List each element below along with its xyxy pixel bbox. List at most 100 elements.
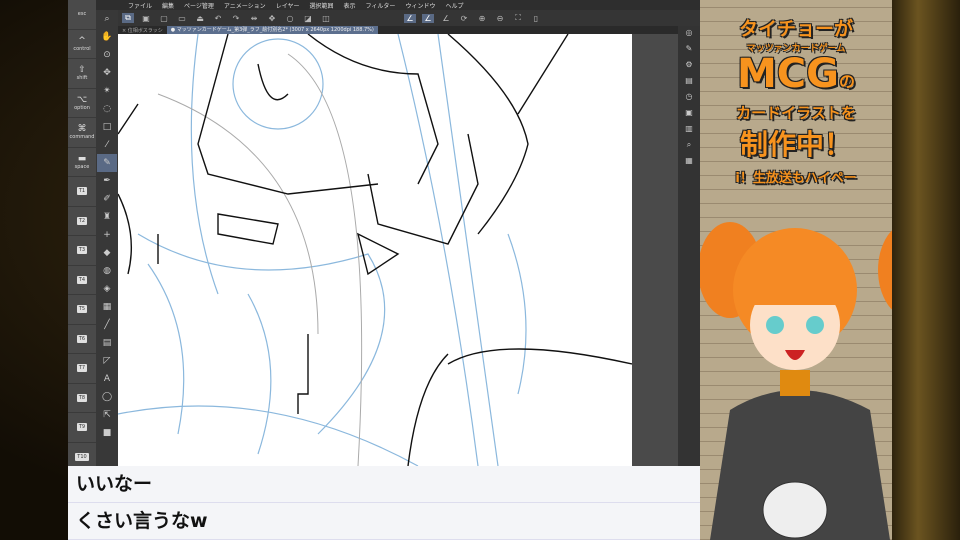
stroke-icon[interactable]: ∠ bbox=[404, 13, 416, 23]
crop-icon[interactable]: ◫ bbox=[320, 14, 332, 23]
key-label: T7 bbox=[76, 364, 88, 373]
key-label: command bbox=[69, 134, 95, 141]
menu-page[interactable]: ページ管理 bbox=[184, 1, 214, 10]
eraser-icon[interactable]: ◆ bbox=[97, 244, 117, 262]
zoom-tool-icon[interactable]: ⌕ bbox=[97, 10, 117, 28]
title-line5: 制作中！ bbox=[739, 128, 852, 161]
tab-bar: × 位相ボスラッシ ● マッツァンカードゲーム_第3弾_ラフ_絵付別名2* (3… bbox=[118, 26, 678, 34]
brush-tool-icon[interactable]: ✐ bbox=[97, 190, 117, 208]
hand-tool-icon[interactable]: ✋ bbox=[97, 28, 117, 46]
eyedropper-icon[interactable]: ⁄ bbox=[97, 136, 117, 154]
menu-edit[interactable]: 編集 bbox=[162, 1, 174, 10]
fill-icon[interactable]: ◪ bbox=[302, 14, 314, 23]
export-icon[interactable]: ⏏ bbox=[194, 14, 206, 23]
tool-palette: ⌕ ✋ ⊙ ✥ ✴ ◌ □ ⁄ ✎ ✒ ✐ ♜ + ◆ ◍ ◈ ▦ ╱ ▤ ◸ … bbox=[96, 10, 118, 466]
new-file-icon[interactable]: ▢ bbox=[158, 14, 170, 23]
undo-icon[interactable]: ↶ bbox=[212, 14, 224, 23]
redo-icon[interactable]: ↷ bbox=[230, 14, 242, 23]
menu-layer[interactable]: レイヤー bbox=[276, 1, 300, 10]
airbrush-icon[interactable]: ♜ bbox=[97, 208, 117, 226]
key-t5[interactable]: T5 bbox=[68, 295, 96, 325]
frame-icon[interactable]: ▤ bbox=[97, 334, 117, 352]
menu-view[interactable]: 表示 bbox=[344, 1, 356, 10]
key-label: T5 bbox=[76, 305, 88, 314]
layer-property-icon[interactable]: ✎ bbox=[686, 44, 693, 60]
move-tool-icon[interactable]: ✥ bbox=[97, 64, 117, 82]
title-line1: タイチョーが bbox=[738, 18, 853, 40]
key-t10[interactable]: T10 bbox=[68, 443, 96, 467]
key-t2[interactable]: T2 bbox=[68, 207, 96, 236]
info-icon[interactable]: ▦ bbox=[685, 156, 693, 172]
key-control[interactable]: ^ control bbox=[68, 30, 96, 59]
menu-window[interactable]: ウィンドウ bbox=[405, 1, 435, 10]
search-icon[interactable]: ⌕ bbox=[687, 140, 691, 156]
fit-icon[interactable]: ⛶ bbox=[512, 13, 524, 23]
key-command[interactable]: ⌘ command bbox=[68, 118, 96, 148]
color-swatch-icon[interactable]: ■ bbox=[97, 424, 117, 442]
pencil-tool-icon[interactable]: ✎ bbox=[97, 154, 117, 172]
text-tool-icon[interactable]: A bbox=[97, 370, 117, 388]
key-t3[interactable]: T3 bbox=[68, 236, 96, 266]
lasso-icon[interactable]: ◌ bbox=[97, 100, 117, 118]
rect-select-icon[interactable]: □ bbox=[97, 118, 117, 136]
chat-panel: いいなー くさい言うなw bbox=[68, 466, 702, 540]
stroke2-icon[interactable]: ∠ bbox=[422, 13, 434, 23]
blend-icon[interactable]: ◍ bbox=[97, 262, 117, 280]
menu-animation[interactable]: アニメーション bbox=[224, 1, 266, 10]
tab-mcg-card[interactable]: ● マッツァンカードゲーム_第3弾_ラフ_絵付別名2* (3007 x 2640… bbox=[166, 26, 378, 34]
key-shift[interactable]: ⇧ shift bbox=[68, 59, 96, 89]
rotate-tool-icon[interactable]: ⊙ bbox=[97, 46, 117, 64]
decoration-icon[interactable]: + bbox=[97, 226, 117, 244]
key-t9[interactable]: T9 bbox=[68, 413, 96, 443]
key-t8[interactable]: T8 bbox=[68, 384, 96, 413]
key-t7[interactable]: T7 bbox=[68, 354, 96, 384]
gradient-icon[interactable]: ▦ bbox=[97, 298, 117, 316]
stroke3-icon[interactable]: ∠ bbox=[440, 14, 452, 23]
shortcut-keypad: esc ^ control ⇧ shift ⌥ option ⌘ command ▬ sp… bbox=[68, 0, 96, 466]
open-folder-icon[interactable]: ▭ bbox=[176, 14, 188, 23]
key-label: T8 bbox=[76, 393, 88, 402]
device-icon[interactable]: ▯ bbox=[530, 14, 542, 23]
transform-icon[interactable]: ✥ bbox=[266, 14, 278, 23]
menu-help[interactable]: ヘルプ bbox=[445, 1, 463, 10]
balloon-icon[interactable]: ◯ bbox=[97, 388, 117, 406]
menu-filter[interactable]: フィルター bbox=[366, 1, 396, 10]
key-label: esc bbox=[77, 11, 87, 18]
fill-tool-icon[interactable]: ◈ bbox=[97, 280, 117, 298]
material-icon[interactable]: ▣ bbox=[685, 108, 693, 124]
layer-icon[interactable]: ⧉ bbox=[122, 13, 134, 23]
correct-line-icon[interactable]: ⇱ bbox=[97, 406, 117, 424]
key-option[interactable]: ⌥ option bbox=[68, 89, 96, 118]
layers-icon[interactable]: ▥ bbox=[685, 124, 693, 140]
chat-message: くさい言うなw bbox=[68, 503, 702, 540]
ruler-icon[interactable]: ◸ bbox=[97, 352, 117, 370]
tab-boss-rush[interactable]: × 位相ボスラッシ bbox=[118, 27, 167, 34]
key-t4[interactable]: T4 bbox=[68, 266, 96, 295]
history-icon[interactable]: ◷ bbox=[686, 92, 693, 108]
key-esc[interactable]: esc bbox=[68, 0, 96, 30]
key-t1[interactable]: T1 bbox=[68, 177, 96, 207]
clip-studio-window: ファイル 編集 ページ管理 アニメーション レイヤー 選択範囲 表示 フィルター… bbox=[68, 0, 700, 466]
option-icon: ⌥ bbox=[76, 94, 88, 105]
zoom-in-icon[interactable]: ⊕ bbox=[476, 14, 488, 23]
rotate-icon[interactable]: ⟳ bbox=[458, 14, 470, 23]
line-tool-icon[interactable]: ╱ bbox=[97, 316, 117, 334]
sub-tool-icon[interactable]: ⚙ bbox=[685, 60, 692, 76]
drawing-canvas[interactable] bbox=[118, 34, 632, 466]
navigator-icon[interactable]: ◎ bbox=[686, 28, 693, 44]
mascot-character bbox=[700, 222, 892, 540]
key-space[interactable]: ▬ space bbox=[68, 148, 96, 177]
circle-icon[interactable]: ○ bbox=[284, 14, 296, 23]
key-label: T3 bbox=[76, 246, 88, 255]
magic-wand-icon[interactable]: ✴ bbox=[97, 82, 117, 100]
menu-file[interactable]: ファイル bbox=[128, 1, 152, 10]
color-icon[interactable]: ▤ bbox=[685, 76, 693, 92]
command-bar: ≡ ⧉ ▣ ▢ ▭ ⏏ ↶ ↷ ⇹ ✥ ○ ◪ ◫ ∠ ∠ ∠ ⟳ ⊕ ⊖ ⛶ … bbox=[96, 10, 700, 26]
save-icon[interactable]: ▣ bbox=[140, 14, 152, 23]
pen-tool-icon[interactable]: ✒ bbox=[97, 172, 117, 190]
key-label: T6 bbox=[76, 334, 88, 343]
key-t6[interactable]: T6 bbox=[68, 325, 96, 354]
menu-selection[interactable]: 選択範囲 bbox=[310, 1, 334, 10]
zoom-out-icon[interactable]: ⊖ bbox=[494, 14, 506, 23]
flip-icon[interactable]: ⇹ bbox=[248, 14, 260, 23]
